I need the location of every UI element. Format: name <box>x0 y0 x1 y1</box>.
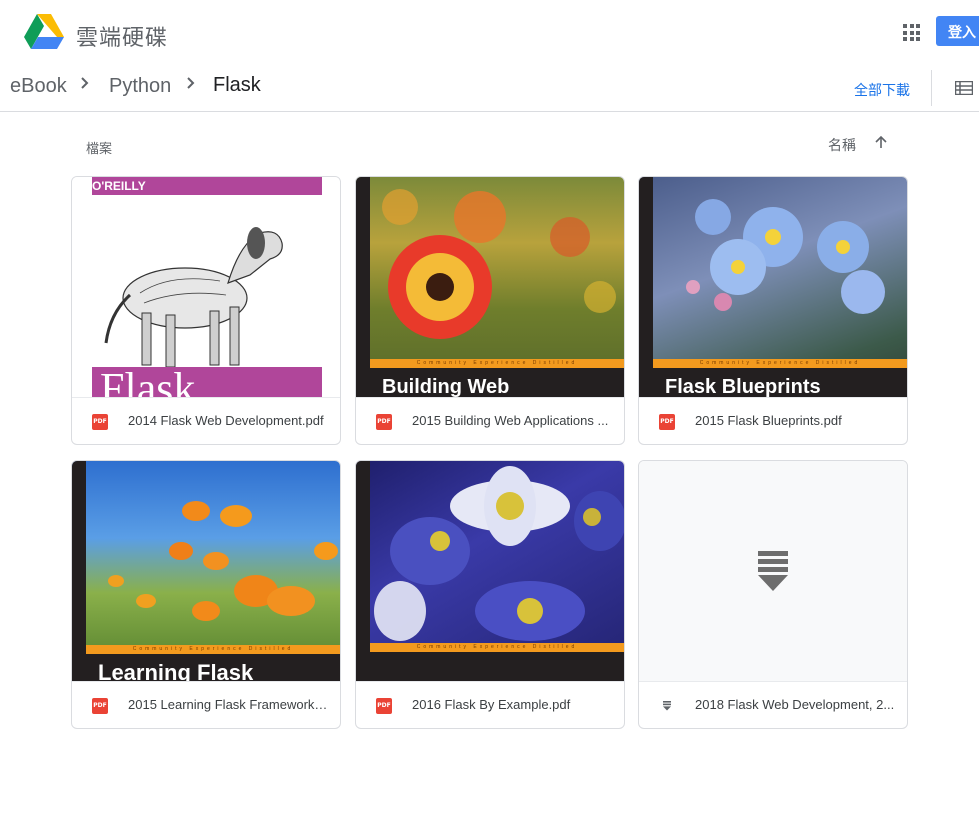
cover-strip: Community Experience Distilled <box>86 645 340 654</box>
list-view-icon[interactable] <box>955 81 973 95</box>
chevron-right-icon <box>187 77 195 89</box>
file-card[interactable]: Community Experience Distilled Learning … <box>71 460 341 729</box>
title-band: Flask <box>92 367 322 397</box>
breadcrumb-item-flask[interactable]: Flask <box>213 74 261 97</box>
cover-title: Learning Flask <box>86 654 340 681</box>
file-card-footer: PDF 2015 Building Web Applications ... <box>356 397 624 444</box>
file-thumbnail: Community Experience Distilled Learning … <box>72 461 340 681</box>
drive-logo-icon[interactable] <box>24 14 64 50</box>
toolbar-divider <box>931 70 932 106</box>
file-card[interactable]: 2018 Flask Web Development, 2... <box>638 460 908 729</box>
breadcrumb-item-python[interactable]: Python <box>109 75 171 98</box>
file-card-footer: PDF 2014 Flask Web Development.pdf <box>72 397 340 444</box>
file-name: 2018 Flask Web Development, 2... <box>695 697 895 712</box>
file-name: 2015 Building Web Applications ... <box>412 413 609 428</box>
file-card-footer: 2018 Flask Web Development, 2... <box>639 681 907 728</box>
file-card-footer: PDF 2015 Flask Blueprints.pdf <box>639 397 907 444</box>
file-card-footer: PDF 2015 Learning Flask Framework.... <box>72 681 340 728</box>
cover-strip: Community Experience Distilled <box>653 359 907 368</box>
archive-icon <box>663 701 671 711</box>
publisher-band: O'REILLY <box>92 177 322 195</box>
file-card[interactable]: Community Experience Distilled PDF 2016 … <box>355 460 625 729</box>
cover-title: Flask Blueprints <box>653 368 907 397</box>
archive-icon <box>758 551 788 591</box>
app-name: 雲端硬碟 <box>76 25 169 50</box>
daisy-photo <box>374 466 624 641</box>
flower-photo <box>382 189 616 339</box>
file-thumbnail <box>639 461 907 681</box>
file-thumbnail: O'REILLY Flask <box>72 177 340 397</box>
file-thumbnail: Community Experience Distilled <box>356 461 624 681</box>
files-section-label: 檔案 <box>86 141 113 156</box>
top-bar: 雲端硬碟 登入 <box>0 0 979 64</box>
file-thumbnail: Community Experience Distilled Building … <box>356 177 624 397</box>
poppy-field-photo <box>108 501 338 621</box>
cover-spine <box>356 461 370 681</box>
file-name: 2015 Learning Flask Framework.... <box>128 697 328 712</box>
file-card[interactable]: Community Experience Distilled Building … <box>355 176 625 445</box>
file-card-footer: PDF 2016 Flask By Example.pdf <box>356 681 624 728</box>
cover-spine <box>356 177 370 397</box>
publisher-label: O'REILLY <box>92 179 146 193</box>
file-name: 2015 Flask Blueprints.pdf <box>695 413 842 428</box>
cover-title-band <box>370 652 624 681</box>
breadcrumb-item-ebook[interactable]: eBook <box>10 75 67 98</box>
pdf-icon: PDF <box>376 414 392 430</box>
dog-illustration <box>104 227 283 368</box>
sign-in-button[interactable]: 登入 <box>936 16 979 46</box>
pdf-icon: PDF <box>659 414 675 430</box>
apps-grid-icon[interactable] <box>903 24 920 41</box>
chevron-right-icon <box>81 77 89 89</box>
cover-strip: Community Experience Distilled <box>370 643 624 652</box>
pdf-icon: PDF <box>376 698 392 714</box>
cover-spine <box>72 461 86 681</box>
sort-by-name-button[interactable]: 名稱 <box>828 135 856 155</box>
cover-spine <box>639 177 653 397</box>
file-name: 2016 Flask By Example.pdf <box>412 697 571 712</box>
file-thumbnail: Community Experience Distilled Flask Blu… <box>639 177 907 397</box>
arrow-up-icon[interactable] <box>874 135 888 149</box>
file-card[interactable]: Community Experience Distilled Flask Blu… <box>638 176 908 445</box>
file-card[interactable]: O'REILLY Flask PDF 2014 Flask Web Develo… <box>71 176 341 445</box>
download-all-button[interactable]: 全部下載 <box>854 80 910 100</box>
pdf-icon: PDF <box>92 698 108 714</box>
flower-photo <box>686 199 885 314</box>
file-name: 2014 Flask Web Development.pdf <box>128 413 324 428</box>
pdf-icon: PDF <box>92 414 108 430</box>
cover-strip: Community Experience Distilled <box>370 359 624 368</box>
breadcrumb: eBook Python Flask 全部下載 <box>0 64 979 112</box>
cover-title: Building Web Applications <box>370 368 624 397</box>
cover-title: Flask <box>100 367 196 397</box>
